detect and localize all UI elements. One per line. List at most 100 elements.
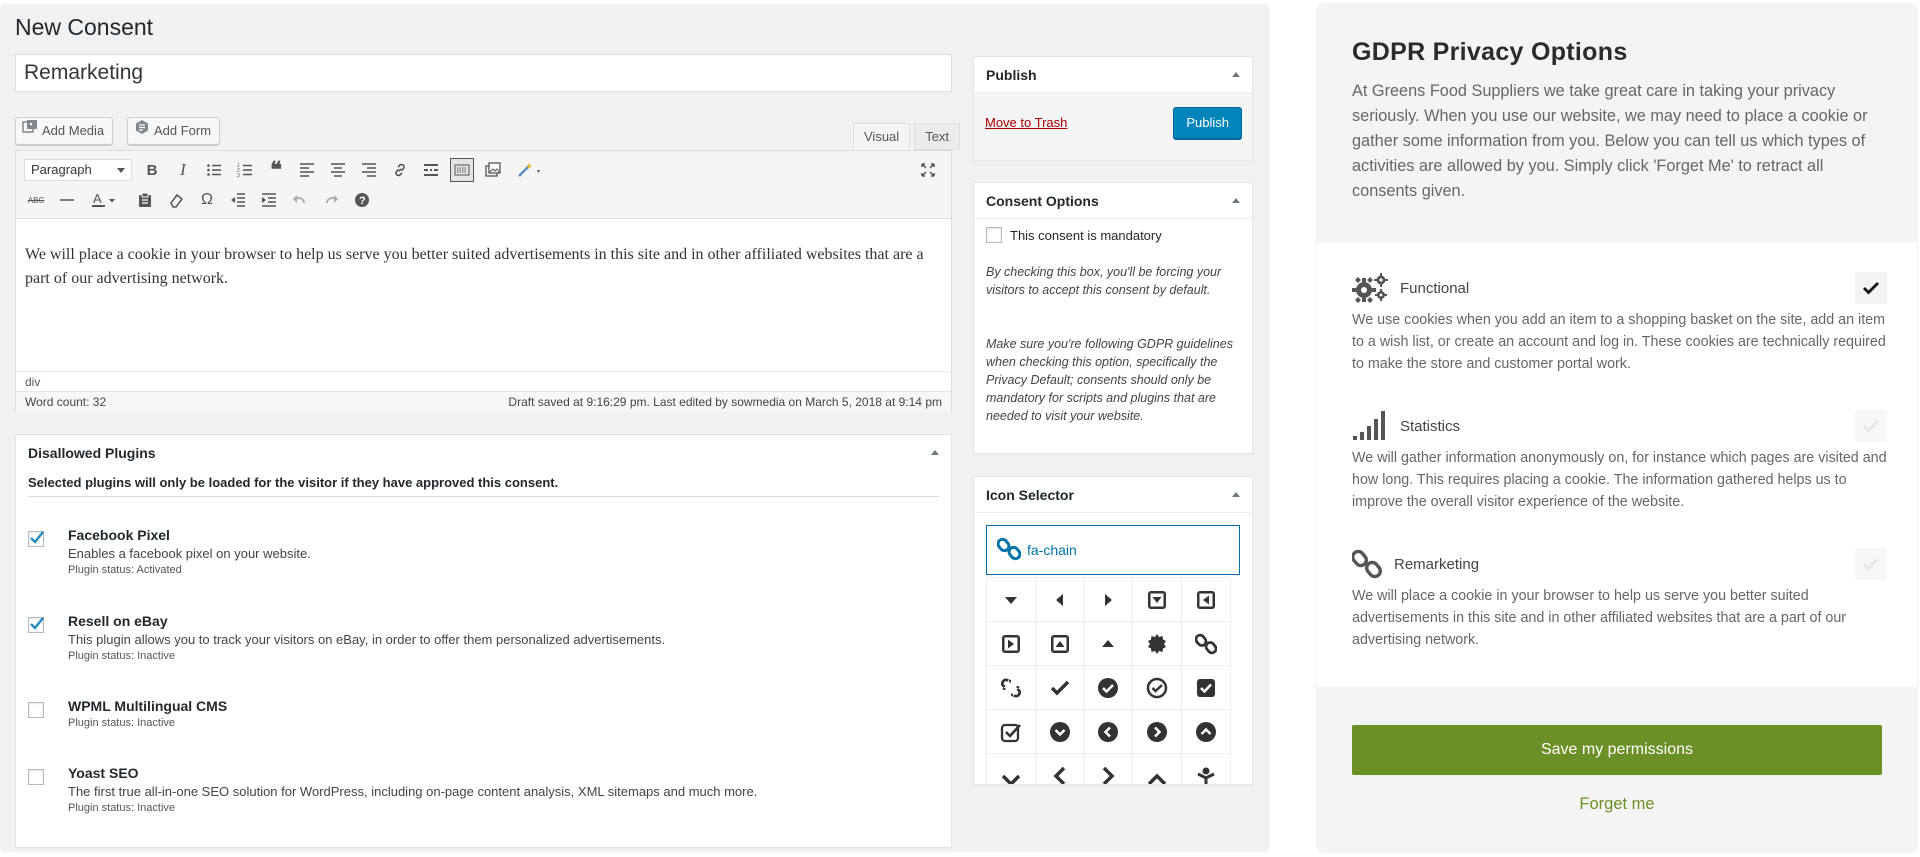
chevron-circle-left-icon[interactable]	[1084, 710, 1134, 754]
consent-toggle-remarketing[interactable]	[1855, 548, 1887, 580]
caret-square-up-icon[interactable]	[1035, 622, 1085, 666]
chain-icon	[996, 537, 1022, 564]
plugin-checkbox[interactable]	[28, 531, 44, 547]
plugin-name: Yoast SEO	[68, 765, 139, 781]
indent-icon[interactable]	[257, 188, 281, 212]
collapse-arrow-icon[interactable]	[1232, 492, 1240, 497]
checkmark-icon	[30, 617, 44, 630]
caret-right-icon[interactable]	[1084, 578, 1134, 622]
post-title-input[interactable]: Remarketing	[15, 54, 952, 92]
check-square-o-icon[interactable]	[987, 710, 1036, 754]
chevron-up-icon[interactable]	[1133, 754, 1183, 784]
move-to-trash-link[interactable]: Move to Trash	[985, 115, 1067, 130]
redo-icon[interactable]	[319, 188, 343, 212]
magic-wand-icon[interactable]	[512, 158, 548, 182]
consent-toggle-functional[interactable]	[1855, 272, 1887, 304]
caret-square-down-icon[interactable]	[1133, 578, 1183, 622]
tab-visual[interactable]: Visual	[853, 123, 911, 150]
gdpr-footer: Save my permissions Forget me	[1317, 687, 1917, 852]
gallery-icon[interactable]	[481, 158, 505, 182]
text-color-icon[interactable]: A	[86, 188, 122, 212]
caret-left-icon[interactable]	[1035, 578, 1085, 622]
icon-selector-title: Icon Selector	[986, 487, 1074, 503]
collapse-arrow-icon[interactable]	[1232, 198, 1240, 203]
mandatory-checkbox[interactable]	[986, 227, 1002, 243]
numbered-list-icon[interactable]: 123	[233, 158, 257, 182]
chevron-circle-down-icon[interactable]	[1035, 710, 1085, 754]
clear-formatting-icon[interactable]	[164, 188, 188, 212]
chevron-circle-right-icon[interactable]	[1133, 710, 1183, 754]
help-icon[interactable]: ?	[350, 188, 374, 212]
icon-selector-header[interactable]: Icon Selector	[974, 477, 1252, 513]
consent-toggle-statistics[interactable]	[1855, 410, 1887, 442]
check-square-icon[interactable]	[1182, 666, 1231, 710]
special-character-icon[interactable]: Ω	[195, 188, 219, 212]
format-select[interactable]: Paragraph	[24, 159, 132, 181]
plugin-status: Plugin status: Inactive	[68, 650, 176, 662]
consent-options-header[interactable]: Consent Options	[974, 183, 1252, 219]
editor-content[interactable]: We will place a cookie in your browser t…	[16, 219, 951, 369]
align-center-icon[interactable]	[326, 158, 350, 182]
check-icon[interactable]	[1035, 666, 1085, 710]
consent-section-name: Statistics	[1400, 417, 1461, 435]
wp-admin-panel: New Consent Remarketing Add Media Add Fo…	[0, 4, 1270, 852]
consent-section-name: Remarketing	[1394, 555, 1480, 573]
bullet-list-icon[interactable]	[202, 158, 226, 182]
add-form-button[interactable]: Add Form	[127, 117, 221, 145]
italic-icon[interactable]: I	[171, 158, 195, 182]
fullscreen-icon[interactable]	[916, 158, 940, 182]
chain-icon[interactable]	[1182, 622, 1231, 666]
check-circle-icon[interactable]	[1084, 666, 1134, 710]
chevron-left-icon[interactable]	[1036, 754, 1085, 784]
chevron-right-icon[interactable]	[1085, 754, 1134, 784]
disallowed-plugins-header[interactable]: Disallowed Plugins	[16, 435, 951, 471]
plugin-checkbox[interactable]	[28, 702, 44, 718]
caret-up-icon[interactable]	[1084, 622, 1134, 666]
plugin-checkbox[interactable]	[28, 617, 44, 633]
outdent-icon[interactable]	[226, 188, 250, 212]
strikethrough-icon[interactable]: ABC	[24, 188, 48, 212]
signal-icon	[1353, 411, 1385, 440]
consent-section-functional: Functional We use cookies when you add a…	[1352, 272, 1887, 375]
horizontal-line-icon[interactable]	[55, 188, 79, 212]
chevron-circle-up-icon[interactable]	[1182, 710, 1231, 754]
undo-icon[interactable]	[288, 188, 312, 212]
form-icon	[134, 118, 150, 144]
paste-text-icon[interactable]	[133, 188, 157, 212]
plugin-item: Resell on eBay This plugin allows you to…	[28, 613, 928, 662]
link-icon[interactable]	[388, 158, 412, 182]
caret-square-right-icon[interactable]	[987, 622, 1036, 666]
editor-status-bar: Word count: 32 Draft saved at 9:16:29 pm…	[16, 391, 951, 412]
add-media-button[interactable]: Add Media	[15, 117, 114, 145]
toolbar-toggle-icon[interactable]	[450, 158, 474, 182]
collapse-arrow-icon[interactable]	[1232, 72, 1240, 77]
check-icon	[1863, 558, 1879, 571]
forget-me-link[interactable]: Forget me	[1317, 795, 1917, 814]
save-permissions-button[interactable]: Save my permissions	[1352, 725, 1882, 775]
certificate-icon[interactable]	[1133, 622, 1183, 666]
disallowed-plugins-box: Disallowed Plugins Selected plugins will…	[15, 434, 952, 848]
gdpr-guideline-text: Make sure you're following GDPR guidelin…	[986, 337, 1233, 423]
publish-header[interactable]: Publish	[974, 57, 1252, 93]
checkmark-icon	[30, 531, 44, 544]
plugin-checkbox[interactable]	[28, 769, 44, 785]
read-more-icon[interactable]	[419, 158, 443, 182]
collapse-arrow-icon[interactable]	[931, 450, 939, 455]
publish-button[interactable]: Publish	[1173, 107, 1242, 139]
blockquote-icon[interactable]: ❝	[264, 157, 288, 182]
icon-search-input[interactable]: fa-chain	[986, 525, 1240, 575]
child-icon[interactable]	[1182, 754, 1231, 784]
caret-down-icon[interactable]	[987, 578, 1036, 622]
check-circle-o-icon[interactable]	[1133, 666, 1183, 710]
chain-broken-icon[interactable]	[987, 666, 1036, 710]
chevron-down-icon[interactable]	[987, 754, 1036, 784]
bold-icon[interactable]: B	[140, 158, 164, 182]
plugin-description: This plugin allows you to track your vis…	[68, 632, 666, 647]
plugin-name: WPML Multilingual CMS	[68, 698, 228, 714]
gears-icon	[1352, 273, 1388, 303]
align-right-icon[interactable]	[357, 158, 381, 182]
caret-square-left-icon[interactable]	[1182, 578, 1231, 622]
align-left-icon[interactable]	[295, 158, 319, 182]
tab-text[interactable]: Text	[914, 123, 961, 150]
mandatory-note: By checking this box, you'll be forcing …	[986, 265, 1222, 297]
